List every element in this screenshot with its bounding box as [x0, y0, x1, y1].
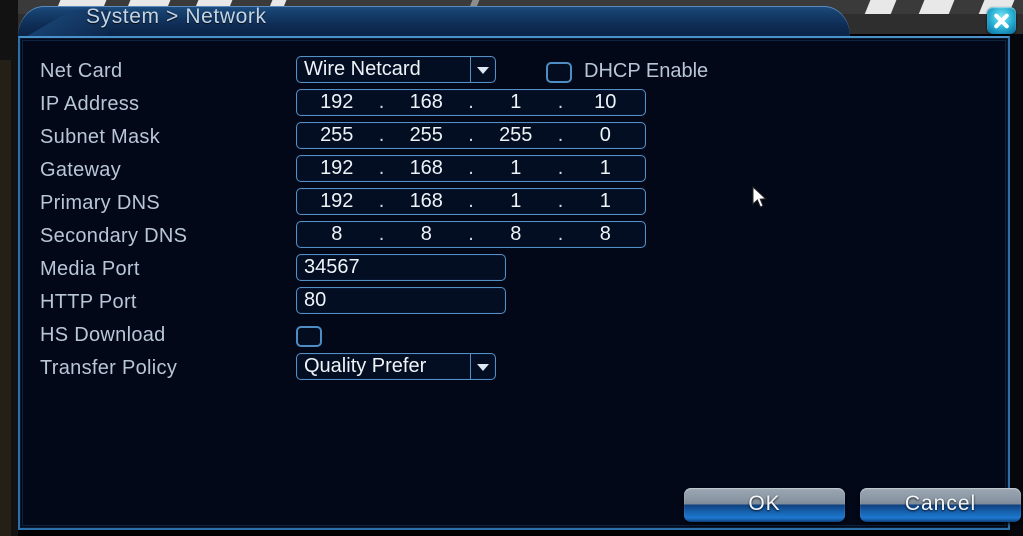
row-http-port: HTTP Port 80 — [40, 287, 990, 320]
secondary-dns-octet-2[interactable]: 8 — [387, 222, 467, 247]
row-subnet-mask: Subnet Mask 255 . 255 . 255 . 0 — [40, 122, 990, 155]
transfer-policy-select[interactable]: Quality Prefer — [296, 353, 496, 380]
net-card-select-value: Wire Netcard — [304, 58, 421, 80]
primary-dns-octet-2[interactable]: 168 — [387, 189, 467, 214]
row-primary-dns: Primary DNS 192 . 168 . 1 . 1 — [40, 188, 990, 221]
dvr-screen: System > Network Net Card Wire Netcard D… — [0, 0, 1023, 536]
ip-dot: . — [378, 223, 385, 245]
cancel-button[interactable]: Cancel — [860, 488, 1021, 522]
chevron-down-icon[interactable] — [470, 57, 495, 82]
ip-dot: . — [468, 157, 474, 179]
ip-dot: . — [378, 157, 385, 179]
ip-address-octet-4[interactable]: 10 — [566, 90, 646, 115]
ip-address-octet-3[interactable]: 1 — [476, 90, 556, 115]
label-subnet-mask: Subnet Mask — [40, 126, 161, 148]
ip-address-octet-1[interactable]: 192 — [297, 90, 377, 115]
primary-dns-octet-3[interactable]: 1 — [476, 189, 556, 214]
ip-dot: . — [378, 124, 385, 146]
transfer-policy-select-value: Quality Prefer — [304, 355, 427, 377]
row-gateway: Gateway 192 . 168 . 1 . 1 — [40, 155, 990, 188]
ok-button[interactable]: OK — [684, 488, 845, 522]
http-port-value: 80 — [304, 289, 327, 311]
label-primary-dns: Primary DNS — [40, 192, 160, 214]
close-icon[interactable] — [987, 7, 1016, 34]
ip-address-octet-2[interactable]: 168 — [387, 90, 467, 115]
primary-dns-octet-1[interactable]: 192 — [297, 189, 377, 214]
secondary-dns-octet-4[interactable]: 8 — [566, 222, 646, 247]
subnet-mask-octet-4[interactable]: 0 — [566, 123, 646, 148]
subnet-mask-octet-2[interactable]: 255 — [387, 123, 467, 148]
page-title: System > Network — [86, 5, 267, 28]
network-form: Net Card Wire Netcard DHCP Enable IP Add… — [40, 56, 990, 386]
label-http-port: HTTP Port — [40, 291, 137, 313]
gateway-input[interactable]: 192 . 168 . 1 . 1 — [296, 155, 646, 182]
ip-dot: . — [557, 124, 564, 146]
ip-dot: . — [468, 91, 474, 113]
ip-dot: . — [468, 190, 474, 212]
media-port-value: 34567 — [304, 256, 360, 278]
ok-button-label: OK — [748, 492, 781, 515]
row-secondary-dns: Secondary DNS 8 . 8 . 8 . 8 — [40, 221, 990, 254]
dhcp-enable-checkbox[interactable] — [546, 62, 572, 83]
primary-dns-input[interactable]: 192 . 168 . 1 . 1 — [296, 188, 646, 215]
label-secondary-dns: Secondary DNS — [40, 225, 188, 247]
primary-dns-octet-4[interactable]: 1 — [566, 189, 646, 214]
ip-dot: . — [557, 223, 564, 245]
row-transfer-policy: Transfer Policy Quality Prefer — [40, 353, 990, 386]
ip-dot: . — [557, 91, 564, 113]
ip-dot: . — [557, 157, 564, 179]
gateway-octet-2[interactable]: 168 — [387, 156, 467, 181]
hs-download-checkbox[interactable] — [296, 326, 322, 347]
background-left-edge-inner — [0, 60, 11, 536]
label-media-port: Media Port — [40, 258, 140, 280]
label-dhcp-enable: DHCP Enable — [584, 60, 709, 82]
row-ip-address: IP Address 192 . 168 . 1 . 10 — [40, 89, 990, 122]
label-hs-download: HS Download — [40, 324, 166, 346]
net-card-select[interactable]: Wire Netcard — [296, 56, 496, 83]
secondary-dns-octet-1[interactable]: 8 — [297, 222, 377, 247]
subnet-mask-octet-1[interactable]: 255 — [297, 123, 377, 148]
media-port-input[interactable]: 34567 — [296, 254, 506, 281]
label-ip-address: IP Address — [40, 93, 140, 115]
ip-dot: . — [468, 223, 474, 245]
row-hs-download: HS Download — [40, 320, 990, 353]
gateway-octet-1[interactable]: 192 — [297, 156, 377, 181]
ip-dot: . — [378, 91, 385, 113]
row-net-card: Net Card Wire Netcard DHCP Enable — [40, 56, 990, 89]
network-settings-dialog: Net Card Wire Netcard DHCP Enable IP Add… — [18, 36, 1021, 530]
subnet-mask-octet-3[interactable]: 255 — [476, 123, 556, 148]
ip-address-input[interactable]: 192 . 168 . 1 . 10 — [296, 89, 646, 116]
ip-dot: . — [378, 190, 385, 212]
gateway-octet-4[interactable]: 1 — [566, 156, 646, 181]
background-right-edge — [1010, 34, 1023, 536]
http-port-input[interactable]: 80 — [296, 287, 506, 314]
secondary-dns-octet-3[interactable]: 8 — [476, 222, 556, 247]
cancel-button-label: Cancel — [904, 492, 977, 515]
label-net-card: Net Card — [40, 60, 123, 82]
gateway-octet-3[interactable]: 1 — [476, 156, 556, 181]
ip-dot: . — [557, 190, 564, 212]
label-transfer-policy: Transfer Policy — [40, 357, 178, 379]
subnet-mask-input[interactable]: 255 . 255 . 255 . 0 — [296, 122, 646, 149]
ip-dot: . — [468, 124, 474, 146]
row-media-port: Media Port 34567 — [40, 254, 990, 287]
chevron-down-icon[interactable] — [470, 354, 495, 379]
label-gateway: Gateway — [40, 159, 122, 181]
secondary-dns-input[interactable]: 8 . 8 . 8 . 8 — [296, 221, 646, 248]
